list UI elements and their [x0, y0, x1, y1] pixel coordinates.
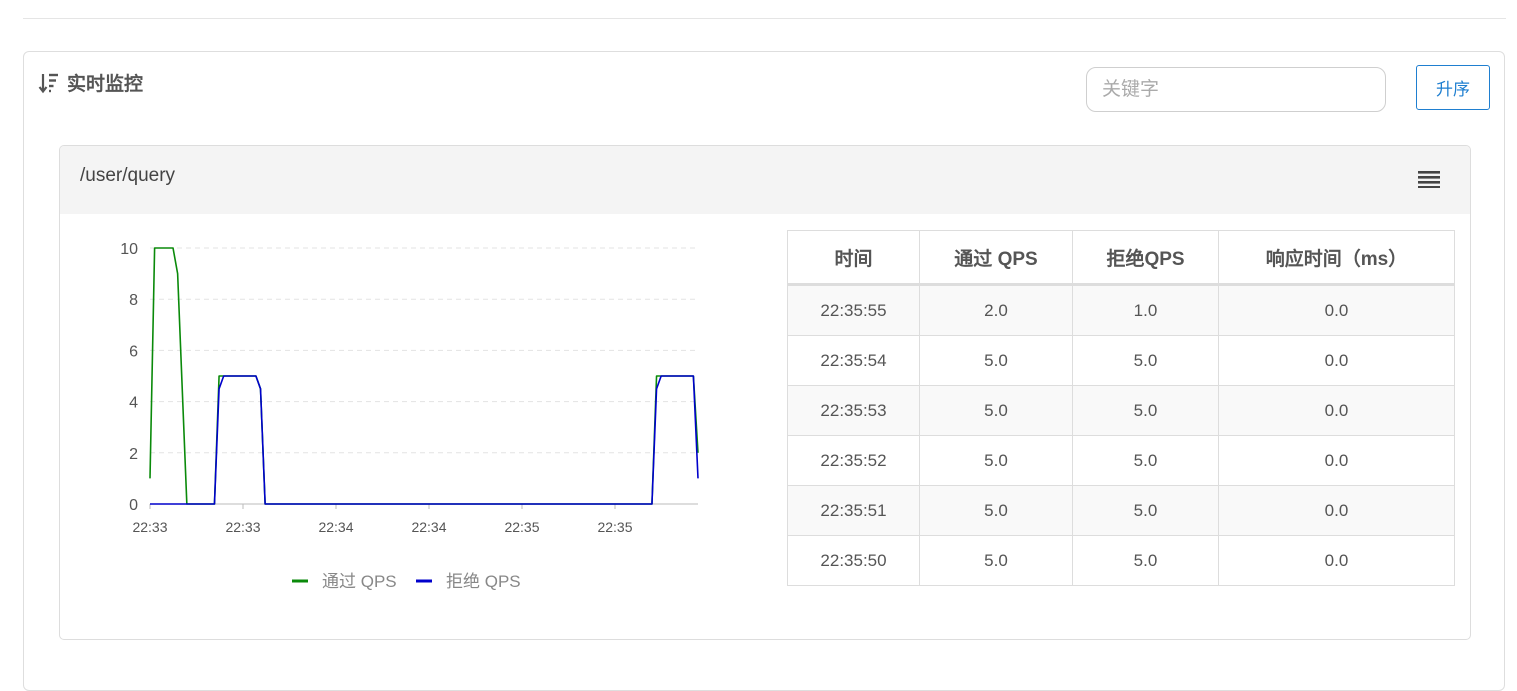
resource-name: /user/query — [80, 165, 176, 186]
sort-descending-icon — [38, 73, 58, 93]
cell-pass-qps: 2.0 — [919, 284, 1073, 336]
cell-time: 22:35:54 — [787, 335, 920, 386]
header-pass-qps: 通过 QPS — [919, 230, 1073, 286]
cell-pass-qps: 5.0 — [919, 485, 1073, 536]
resource-card: /user/query 0 2 4 6 8 10 22:33 22:33 22:34 22:34 2… — [59, 145, 1471, 640]
resource-card-header: /user/query — [60, 146, 1470, 214]
cell-pass-qps: 5.0 — [919, 385, 1073, 436]
header-response-time: 响应时间（ms） — [1218, 230, 1455, 286]
cell-pass-qps: 5.0 — [919, 435, 1073, 486]
table-header-row: 时间 通过 QPS 拒绝QPS 响应时间（ms） — [787, 230, 1455, 286]
y-tick-label: 8 — [129, 292, 138, 309]
cell-block-qps: 5.0 — [1072, 335, 1219, 386]
panel-title-text: 实时监控 — [67, 74, 144, 95]
qps-line-chart: 0 2 4 6 8 10 22:33 22:33 22:34 22:34 22:35 22:35 通过 … — [120, 241, 699, 591]
cell-time: 22:35:53 — [787, 385, 920, 436]
qps-table: 时间 通过 QPS 拒绝QPS 响应时间（ms） 22:35:55 2.0 1.… — [787, 230, 1455, 586]
cell-block-qps: 5.0 — [1072, 435, 1219, 486]
table-row: 22:35:50 5.0 5.0 0.0 — [787, 535, 1455, 586]
y-tick-label: 10 — [120, 241, 138, 258]
y-tick-label: 2 — [129, 446, 138, 463]
header-block-qps: 拒绝QPS — [1072, 230, 1219, 286]
legend-label: 通过 QPS — [322, 572, 397, 591]
realtime-monitor-panel: 实时监控 升序 /user/query 0 2 4 6 8 10 22:33 22:33 22:… — [23, 51, 1505, 691]
y-tick-label: 0 — [129, 497, 138, 514]
cell-response-time: 0.0 — [1218, 485, 1455, 536]
x-tick-label: 22:35 — [504, 519, 539, 535]
legend-label: 拒绝 QPS — [446, 572, 521, 591]
cell-response-time: 0.0 — [1218, 284, 1455, 336]
cell-time: 22:35:55 — [787, 284, 920, 336]
cell-block-qps: 5.0 — [1072, 385, 1219, 436]
x-tick-label: 22:33 — [225, 519, 260, 535]
cell-time: 22:35:50 — [787, 535, 920, 586]
table-row: 22:35:55 2.0 1.0 0.0 — [787, 284, 1455, 336]
header-time: 时间 — [787, 230, 920, 286]
table-row: 22:35:54 5.0 5.0 0.0 — [787, 335, 1455, 386]
cell-block-qps: 5.0 — [1072, 535, 1219, 586]
x-tick-label: 22:33 — [132, 519, 167, 535]
table-row: 22:35:52 5.0 5.0 0.0 — [787, 435, 1455, 486]
cell-response-time: 0.0 — [1218, 385, 1455, 436]
menu-icon[interactable] — [1418, 170, 1440, 188]
cell-pass-qps: 5.0 — [919, 335, 1073, 386]
cell-block-qps: 5.0 — [1072, 485, 1219, 536]
cell-response-time: 0.0 — [1218, 435, 1455, 486]
y-tick-label: 6 — [129, 343, 138, 360]
table-row: 22:35:53 5.0 5.0 0.0 — [787, 385, 1455, 436]
keyword-search-input[interactable] — [1086, 67, 1386, 112]
x-tick-label: 22:35 — [597, 519, 632, 535]
cell-time: 22:35:51 — [787, 485, 920, 536]
cell-response-time: 0.0 — [1218, 335, 1455, 386]
cell-time: 22:35:52 — [787, 435, 920, 486]
sort-ascending-button[interactable]: 升序 — [1416, 65, 1490, 110]
series-line-block-qps — [150, 375, 699, 505]
panel-title: 实时监控 — [38, 69, 143, 96]
x-tick-label: 22:34 — [411, 519, 446, 535]
cell-response-time: 0.0 — [1218, 535, 1455, 586]
table-row: 22:35:51 5.0 5.0 0.0 — [787, 485, 1455, 536]
y-tick-label: 4 — [129, 395, 138, 412]
cell-block-qps: 1.0 — [1072, 284, 1219, 336]
x-tick-label: 22:34 — [318, 519, 353, 535]
top-divider — [23, 18, 1506, 19]
cell-pass-qps: 5.0 — [919, 535, 1073, 586]
